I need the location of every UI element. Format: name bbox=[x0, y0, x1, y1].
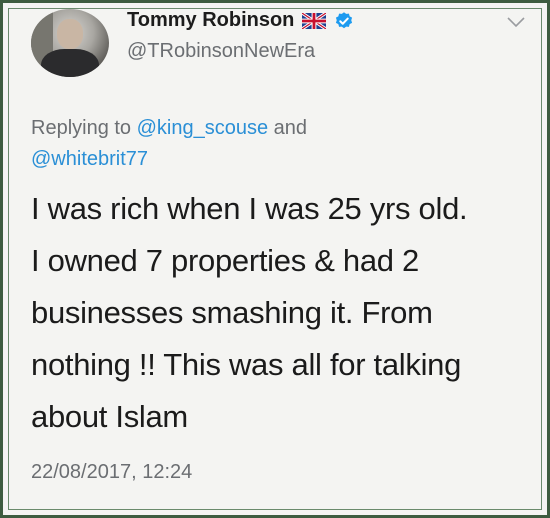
uk-flag-icon bbox=[302, 12, 327, 29]
tweet-card: Tommy Robinson @TRobinsonNewEra Replying… bbox=[0, 0, 550, 518]
tweet-text-line: I was rich when I was 25 yrs old. bbox=[31, 191, 468, 226]
mention-link-1[interactable]: @king_scouse bbox=[137, 117, 268, 139]
tweet-text-line: I owned 7 properties & had 2 bbox=[31, 243, 419, 278]
chevron-down-icon[interactable] bbox=[506, 15, 526, 29]
reply-context: Replying to @king_scouse and bbox=[31, 117, 307, 140]
reply-context-line-2: @whitebrit77 bbox=[31, 148, 148, 171]
tweet-timestamp[interactable]: 22/08/2017, 12:24 bbox=[31, 461, 192, 484]
verified-badge-icon bbox=[336, 11, 353, 28]
author-row: Tommy Robinson bbox=[127, 9, 354, 32]
reply-connector: and bbox=[268, 117, 308, 139]
tweet-text-line: nothing !! This was all for talking bbox=[31, 347, 462, 382]
avatar[interactable] bbox=[31, 9, 109, 77]
author-handle[interactable]: @TRobinsonNewEra bbox=[127, 40, 315, 63]
author-name[interactable]: Tommy Robinson bbox=[127, 9, 294, 32]
tweet-text-line: businesses smashing it. From bbox=[31, 295, 433, 330]
mention-link-2[interactable]: @whitebrit77 bbox=[31, 148, 148, 170]
reply-prefix: Replying to bbox=[31, 117, 137, 139]
tweet-body: I was rich when I was 25 yrs old. I owne… bbox=[31, 183, 531, 443]
tweet-text-line: about Islam bbox=[31, 399, 188, 434]
